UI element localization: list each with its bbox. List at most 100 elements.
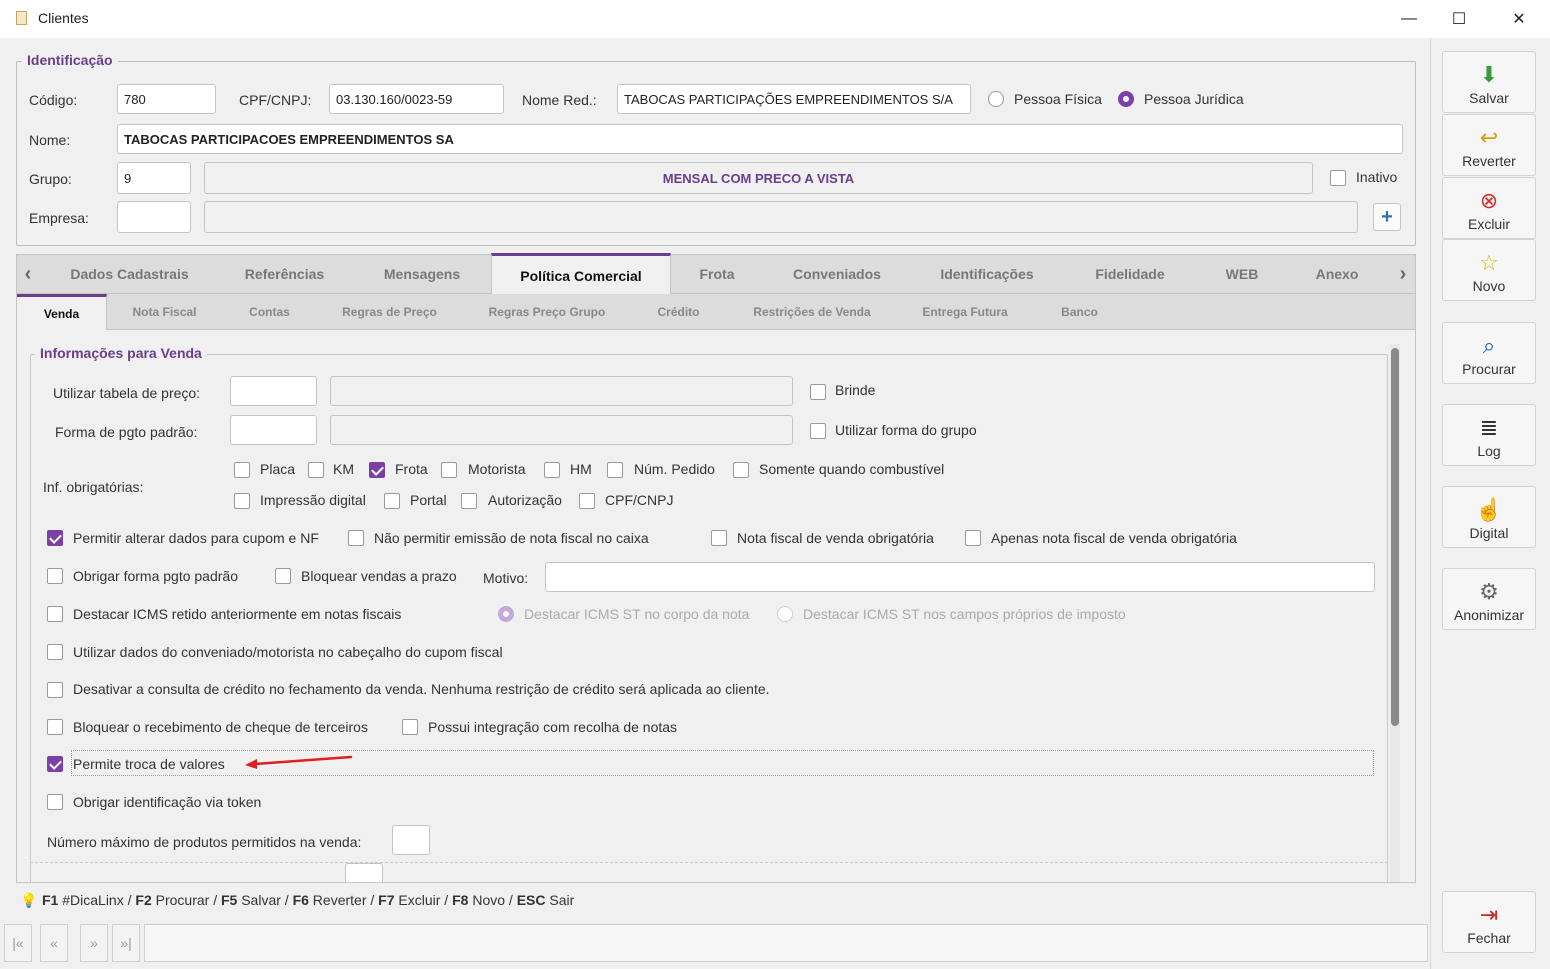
- motorista-checkbox[interactable]: [441, 462, 457, 478]
- nf-obrigatoria-checkbox[interactable]: [711, 530, 727, 546]
- obrigar-token-checkbox[interactable]: [47, 794, 63, 810]
- scrollbar-thumb[interactable]: [1391, 348, 1399, 726]
- hint-key: F6: [292, 892, 309, 908]
- tab-conveniados[interactable]: Conveniados: [777, 255, 897, 293]
- salvar-button[interactable]: ⬇ Salvar: [1442, 51, 1536, 113]
- placa-checkbox[interactable]: [234, 462, 250, 478]
- codigo-field[interactable]: 780: [117, 84, 216, 114]
- status-field: [144, 924, 1428, 962]
- log-button[interactable]: ≣ Log: [1442, 404, 1536, 466]
- subtab-venda[interactable]: Venda: [17, 294, 107, 331]
- hm-checkbox[interactable]: [544, 462, 560, 478]
- fechar-button[interactable]: ⇥ Fechar: [1442, 891, 1536, 953]
- subtab-regras-preco[interactable]: Regras de Preço: [332, 294, 447, 329]
- new-document-icon: ☆: [1479, 250, 1499, 275]
- tab-web[interactable]: WEB: [1212, 255, 1272, 293]
- bloquear-prazo-checkbox[interactable]: [275, 568, 291, 584]
- motorista-label: Motorista: [468, 461, 526, 477]
- empresa-field[interactable]: [117, 201, 191, 233]
- autorizacao-checkbox[interactable]: [461, 493, 477, 509]
- bloquear-cheque-checkbox[interactable]: [47, 719, 63, 735]
- num-pedido-checkbox[interactable]: [607, 462, 623, 478]
- tab-identificacoes[interactable]: Identificações: [922, 255, 1052, 293]
- tab-mensagens[interactable]: Mensagens: [362, 255, 482, 293]
- km-checkbox[interactable]: [308, 462, 324, 478]
- first-record-icon[interactable]: |«: [4, 924, 32, 962]
- tabs-right-arrow-icon[interactable]: ›: [1392, 255, 1414, 293]
- procurar-button[interactable]: ⌕ Procurar: [1442, 322, 1536, 384]
- cpf-field[interactable]: 03.130.160/0023-59: [329, 84, 504, 114]
- tab-fidelidade[interactable]: Fidelidade: [1080, 255, 1180, 293]
- subtab-credito[interactable]: Crédito: [647, 294, 710, 329]
- icms-corpo-radio[interactable]: [498, 606, 514, 622]
- pessoa-juridica-label: Pessoa Jurídica: [1144, 91, 1244, 107]
- procurar-label: Procurar: [1462, 361, 1516, 377]
- subtab-entrega-futura[interactable]: Entrega Futura: [910, 294, 1020, 329]
- tab-politica-comercial[interactable]: Política Comercial: [491, 253, 671, 295]
- destacar-icms-checkbox[interactable]: [47, 606, 63, 622]
- icms-campos-radio[interactable]: [777, 606, 793, 622]
- reverter-button[interactable]: ↩ Reverter: [1442, 114, 1536, 176]
- add-empresa-button[interactable]: +: [1373, 203, 1401, 231]
- forma-pgto-description: [330, 415, 793, 445]
- maximize-button[interactable]: ☐: [1434, 0, 1484, 38]
- anonimizar-button[interactable]: ⚙ Anonimizar: [1442, 568, 1536, 630]
- portal-checkbox[interactable]: [384, 493, 400, 509]
- pessoa-fisica-radio[interactable]: [988, 91, 1004, 107]
- novo-button[interactable]: ☆ Novo: [1442, 239, 1536, 301]
- identificacao-legend: Identificação: [22, 52, 118, 68]
- reverter-label: Reverter: [1462, 153, 1516, 169]
- lightbulb-icon: 💡: [20, 892, 38, 908]
- desativar-credito-checkbox[interactable]: [47, 682, 63, 698]
- inativo-checkbox[interactable]: [1330, 170, 1346, 186]
- last-record-icon[interactable]: »|: [112, 924, 140, 962]
- nome-field[interactable]: TABOCAS PARTICIPACOES EMPREENDIMENTOS SA: [117, 124, 1403, 154]
- tab-anexo[interactable]: Anexo: [1302, 255, 1372, 293]
- max-produtos-field[interactable]: [392, 825, 430, 855]
- forma-pgto-field[interactable]: [230, 415, 317, 445]
- cpf-cnpj-checkbox[interactable]: [579, 493, 595, 509]
- action-sidebar: ⬇ Salvar ↩ Reverter ⊗ Excluir ☆ Novo ⌕ P…: [1430, 38, 1550, 969]
- nao-permitir-emissao-checkbox[interactable]: [348, 530, 364, 546]
- subtab-regras-preco-grupo[interactable]: Regras Preço Grupo: [477, 294, 617, 329]
- pessoa-juridica-radio[interactable]: [1118, 91, 1134, 107]
- tab-referencias[interactable]: Referências: [222, 255, 347, 293]
- nome-label: Nome:: [29, 132, 71, 148]
- troca-valores-checkbox[interactable]: [47, 756, 63, 772]
- main-tabs: ‹ Dados Cadastrais Referências Mensagens…: [16, 253, 1416, 295]
- previous-record-icon[interactable]: «: [40, 924, 68, 962]
- max-produtos-label: Número máximo de produtos permitidos na …: [47, 834, 362, 850]
- excluir-button[interactable]: ⊗ Excluir: [1442, 177, 1536, 239]
- minimize-button[interactable]: —: [1384, 0, 1434, 38]
- brinde-checkbox[interactable]: [810, 384, 826, 400]
- nome-red-field[interactable]: TABOCAS PARTICIPAÇÕES EMPREENDIMENTOS S/…: [617, 84, 971, 114]
- digital-button[interactable]: ☝ Digital: [1442, 486, 1536, 548]
- autorizacao-label: Autorização: [488, 492, 562, 508]
- pessoa-fisica-label: Pessoa Física: [1014, 91, 1102, 107]
- apenas-nf-obrigatoria-checkbox[interactable]: [965, 530, 981, 546]
- subtab-banco[interactable]: Banco: [1052, 294, 1107, 329]
- next-record-icon[interactable]: »: [80, 924, 108, 962]
- integracao-recolha-checkbox[interactable]: [402, 719, 418, 735]
- frota-checkbox[interactable]: [369, 462, 385, 478]
- somente-combustivel-checkbox[interactable]: [733, 462, 749, 478]
- hint-text: Reverter /: [308, 892, 379, 908]
- motivo-field[interactable]: [545, 562, 1375, 592]
- tabela-preco-field[interactable]: [230, 376, 317, 406]
- shortcut-hints: F1 #DicaLinx / F2 Procurar / F5 Salvar /…: [42, 892, 574, 908]
- utilizar-forma-grupo-checkbox[interactable]: [810, 423, 826, 439]
- subtab-nota-fiscal[interactable]: Nota Fiscal: [122, 294, 207, 329]
- hint-key: F5: [220, 892, 238, 908]
- tab-dados-cadastrais[interactable]: Dados Cadastrais: [57, 255, 202, 293]
- subtab-contas[interactable]: Contas: [237, 294, 302, 329]
- tab-frota[interactable]: Frota: [682, 255, 752, 293]
- impressao-digital-checkbox[interactable]: [234, 493, 250, 509]
- permitir-alterar-checkbox[interactable]: [47, 530, 63, 546]
- tabs-left-arrow-icon[interactable]: ‹: [17, 255, 39, 293]
- obrigar-forma-checkbox[interactable]: [47, 568, 63, 584]
- grupo-field[interactable]: 9: [117, 162, 191, 194]
- partial-field[interactable]: [345, 863, 383, 882]
- utilizar-dados-checkbox[interactable]: [47, 644, 63, 660]
- subtab-restricoes-venda[interactable]: Restrições de Venda: [742, 294, 882, 329]
- close-button[interactable]: ✕: [1494, 0, 1544, 38]
